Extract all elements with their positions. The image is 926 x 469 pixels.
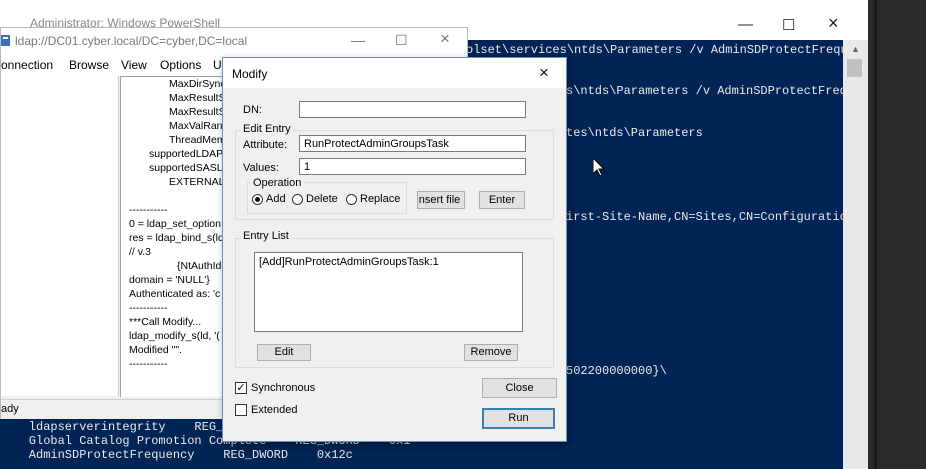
edit-entry-label: Edit Entry: [241, 123, 293, 135]
dn-field[interactable]: [299, 101, 526, 118]
menu-browse[interactable]: Browse: [69, 58, 109, 72]
replace-radio-label[interactable]: Replace: [360, 193, 400, 205]
console-line: tes\ntds\Parameters: [566, 126, 703, 140]
close-icon[interactable]: ×: [539, 63, 549, 83]
output-line: supportedLDAP: [149, 148, 224, 160]
console-line: AdminSDProtectFrequency REG_DWORD 0x12c: [0, 448, 353, 462]
extended-label[interactable]: Extended: [251, 404, 297, 416]
powershell-scrollbar[interactable]: ▲: [843, 40, 868, 469]
extended-checkbox[interactable]: [235, 404, 247, 416]
add-radio-label[interactable]: Add: [266, 193, 286, 205]
insert-file-button[interactable]: Insert file: [417, 191, 465, 209]
entry-list[interactable]: [Add]RunProtectAdminGroupsTask:1: [254, 252, 523, 332]
mouse-cursor-icon: [593, 158, 605, 177]
modify-dialog: Modify × DN: Edit Entry Attribute: RunPr…: [222, 57, 567, 442]
run-button[interactable]: Run: [482, 408, 555, 429]
minimize-icon[interactable]: —: [351, 32, 365, 48]
menu-options[interactable]: Options: [160, 58, 201, 72]
replace-radio[interactable]: [346, 194, 357, 205]
ldp-title: ldap://DC01.cyber.local/DC=cyber,DC=loca…: [15, 34, 248, 48]
output-line: ThreadMem: [169, 134, 226, 146]
console-line: 502200000000}\: [566, 364, 667, 378]
output-line: -----------: [129, 302, 168, 314]
dn-label: DN:: [243, 104, 262, 116]
window-border: [874, 0, 877, 469]
status-text: ady: [1, 403, 19, 415]
output-line: MaxValRan: [169, 120, 223, 132]
scroll-up-icon[interactable]: ▲: [843, 40, 868, 58]
synchronous-checkbox[interactable]: ✓: [235, 382, 247, 394]
maximize-icon[interactable]: ☐: [395, 32, 408, 49]
console-line: irst-Site-Name,CN=Sites,CN=Configuratio: [566, 210, 847, 224]
minimize-icon[interactable]: —: [738, 16, 753, 33]
scroll-thumb[interactable]: [847, 59, 862, 77]
synchronous-label[interactable]: Synchronous: [251, 382, 315, 394]
output-line: supportedSASL: [149, 162, 223, 174]
ldp-titlebar: ldap://DC01.cyber.local/DC=cyber,DC=loca…: [1, 28, 467, 54]
add-radio[interactable]: [252, 194, 263, 205]
list-item[interactable]: [Add]RunProtectAdminGroupsTask:1: [259, 256, 439, 268]
output-line: Authenticated as: 'c: [129, 288, 221, 300]
output-line: MaxResultS: [169, 92, 226, 104]
operation-label: Operation: [251, 177, 304, 189]
output-line: MaxResultS: [169, 106, 226, 118]
ldp-app-icon: [1, 35, 10, 46]
desktop-edge: [868, 0, 926, 469]
output-line: res = ldap_bind_s(ld: [129, 232, 224, 244]
console-line: ldapserverintegrity REG_D: [0, 420, 231, 434]
output-line: EXTERNAL: [169, 176, 225, 188]
menu-connection[interactable]: onnection: [1, 58, 53, 72]
maximize-icon[interactable]: ☐: [782, 16, 795, 34]
ldp-tree-pane[interactable]: [1, 76, 119, 396]
output-line: ldap_modify_s(ld, '(: [129, 330, 220, 342]
output-line: -----------: [129, 358, 168, 370]
output-line: Modified "".: [129, 344, 182, 356]
console-line: olset\services\ntds\Parameters /v AdminS…: [466, 43, 855, 57]
delete-radio-label[interactable]: Delete: [306, 193, 338, 205]
close-icon[interactable]: ×: [440, 29, 450, 49]
attribute-field[interactable]: RunProtectAdminGroupsTask: [299, 135, 526, 152]
output-line: {NtAuthIde: [177, 260, 228, 272]
output-line: ***Call Modify...: [129, 316, 202, 328]
values-label: Values:: [243, 162, 279, 174]
edit-button[interactable]: Edit: [257, 344, 311, 361]
close-button[interactable]: Close: [482, 378, 557, 398]
values-field[interactable]: 1: [299, 158, 526, 175]
delete-radio[interactable]: [292, 194, 303, 205]
dialog-title: Modify: [232, 67, 268, 81]
enter-button[interactable]: Enter: [479, 191, 525, 209]
modify-titlebar: Modify ×: [223, 58, 566, 88]
remove-button[interactable]: Remove: [464, 344, 518, 361]
output-line: domain = 'NULL'}: [129, 274, 210, 286]
output-line: MaxDirSync: [169, 78, 226, 90]
attribute-label: Attribute:: [243, 139, 288, 151]
console-line: s\ntds\Parameters /v AdminSDProtectFrequ…: [566, 84, 862, 98]
menu-view[interactable]: View: [121, 58, 147, 72]
output-line: 0 = ldap_set_option: [129, 218, 221, 230]
output-line: -----------: [129, 204, 168, 216]
output-line: // v.3: [129, 246, 151, 258]
close-icon[interactable]: ×: [828, 13, 839, 34]
entry-list-label: Entry List: [241, 230, 291, 242]
